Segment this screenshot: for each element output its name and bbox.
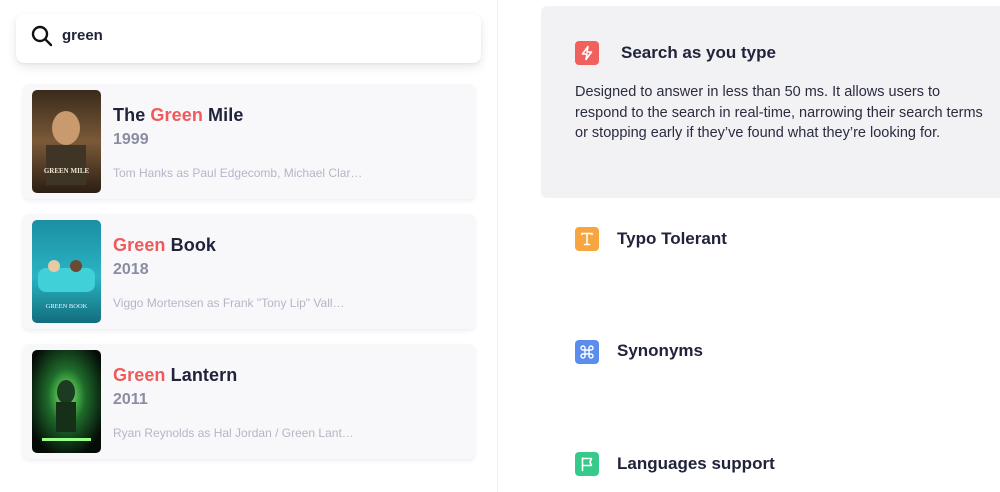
movie-cast: Viggo Mortensen as Frank "Tony Lip" Vall… [113,296,345,310]
search-input[interactable] [62,20,442,51]
feature-title[interactable]: Synonyms [617,341,703,361]
movie-cast: Ryan Reynolds as Hal Jordan / Green Lant… [113,426,354,440]
movie-title: Green Book [113,235,216,256]
result-card[interactable]: Green Lantern 2011 Ryan Reynolds as Hal … [23,344,475,459]
title-highlight: Green [113,365,166,385]
text-t-icon [575,227,599,251]
title-text: The [113,105,151,125]
movie-year: 2018 [113,261,149,278]
features-pane: Search as you type Designed to answer in… [499,0,1000,492]
results-list: GREEN MILE The Green Mile 1999 Tom Hanks… [23,84,475,474]
feature-description: Designed to answer in less than 50 ms. I… [575,84,983,141]
movie-year: 1999 [113,131,149,148]
flag-icon [575,452,599,476]
lightning-icon [575,41,599,65]
movie-poster: GREEN BOOK [32,220,101,323]
movie-cast: Tom Hanks as Paul Edgecomb, Michael Clar… [113,166,363,180]
title-text: Lantern [165,365,238,385]
feature-title[interactable]: Typo Tolerant [617,229,727,249]
title-highlight: Green [150,105,203,125]
search-icon [30,24,54,53]
title-text: Book [165,235,217,255]
result-card[interactable]: GREEN BOOK Green Book 2018 Viggo Mortens… [23,214,475,329]
command-icon [575,340,599,364]
movie-poster [32,350,101,453]
result-card[interactable]: GREEN MILE The Green Mile 1999 Tom Hanks… [23,84,475,199]
feature-title[interactable]: Languages support [617,454,775,474]
svg-text:GREEN BOOK: GREEN BOOK [46,303,88,310]
results-pane: GREEN MILE The Green Mile 1999 Tom Hanks… [0,0,498,492]
title-highlight: Green [113,235,166,255]
svg-text:GREEN MILE: GREEN MILE [44,167,90,175]
search-bar[interactable] [16,14,481,63]
movie-title: Green Lantern [113,365,237,386]
movie-title: The Green Mile [113,105,243,126]
movie-poster: GREEN MILE [32,90,101,193]
title-text: Mile [202,105,244,125]
feature-title[interactable]: Search as you type [621,43,776,63]
movie-year: 2011 [113,391,148,408]
